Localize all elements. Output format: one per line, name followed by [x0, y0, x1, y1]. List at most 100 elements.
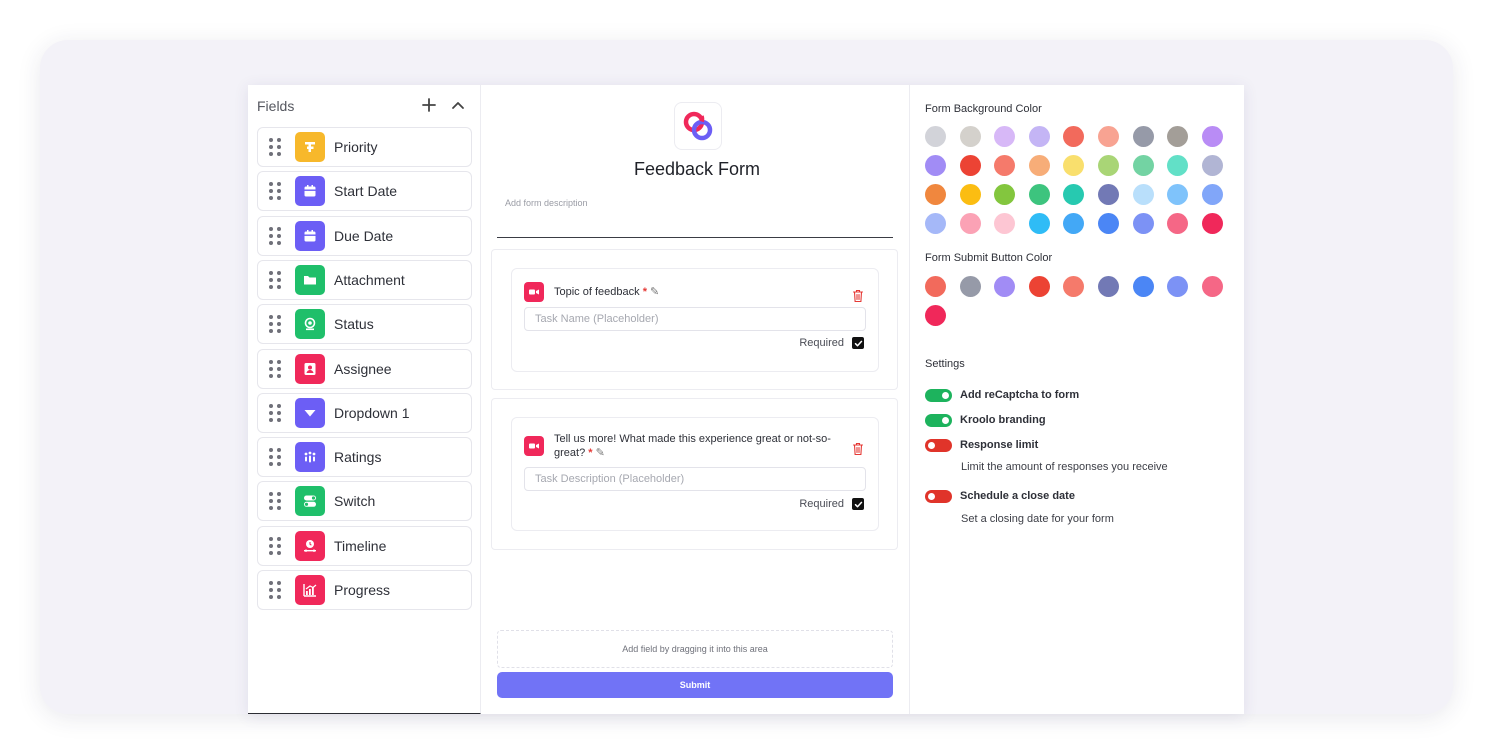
bg-color-swatch[interactable] [1132, 126, 1154, 147]
form-description-input[interactable]: Add form description [505, 198, 588, 208]
drag-handle-icon[interactable] [269, 315, 281, 334]
required-asterisk: * [642, 286, 647, 298]
field-item-ratings[interactable]: Ratings [257, 437, 472, 478]
bg-color-swatch[interactable] [1201, 126, 1223, 147]
bg-color-swatch[interactable] [1063, 213, 1085, 234]
close-date-toggle[interactable] [925, 490, 952, 503]
submit-color-swatch[interactable] [1201, 276, 1223, 297]
bg-color-swatch[interactable] [1028, 126, 1050, 147]
add-field-icon[interactable] [420, 97, 438, 115]
bg-color-swatch[interactable] [1028, 184, 1050, 205]
response-limit-toggle[interactable] [925, 439, 952, 452]
drag-handle-icon[interactable] [269, 182, 281, 201]
bg-color-swatch[interactable] [1132, 213, 1154, 234]
submit-color-swatch[interactable] [925, 276, 946, 297]
bg-color-swatch[interactable] [925, 213, 946, 234]
bg-color-swatch[interactable] [1098, 155, 1119, 176]
submit-color-swatch[interactable] [1132, 276, 1154, 297]
field-item-progress[interactable]: Progress [257, 570, 472, 610]
field-item-status[interactable]: Status [257, 304, 472, 345]
required-toggle[interactable]: Required [799, 498, 864, 510]
field-drop-zone[interactable]: Add field by dragging it into this area [497, 630, 893, 668]
delete-trash-icon[interactable] [852, 289, 864, 303]
submit-button[interactable]: Submit [497, 672, 893, 698]
bg-color-swatch[interactable] [925, 184, 946, 205]
user-icon [295, 353, 325, 384]
question-block: Topic of feedback * ✎ Task Name (Placeho… [491, 249, 898, 390]
bg-color-swatch[interactable] [1028, 213, 1050, 234]
bg-color-swatch[interactable] [959, 155, 981, 176]
bg-color-swatch[interactable] [1132, 155, 1154, 176]
bg-color-swatch[interactable] [1201, 213, 1223, 234]
field-item-attachment[interactable]: Attachment [257, 259, 472, 300]
submit-color-swatch[interactable] [1028, 276, 1050, 297]
delete-trash-icon[interactable] [852, 442, 864, 456]
branding-toggle[interactable] [925, 414, 952, 427]
field-label: Attachment [334, 271, 405, 288]
drag-handle-icon[interactable] [269, 581, 281, 599]
bg-color-swatch[interactable] [959, 126, 981, 147]
field-item-due-date[interactable]: Due Date [257, 215, 472, 256]
bg-color-swatch[interactable] [994, 184, 1016, 205]
drag-handle-icon[interactable] [269, 226, 281, 245]
field-item-assignee[interactable]: Assignee [257, 348, 472, 389]
edit-pencil-icon[interactable]: ✎ [650, 286, 659, 298]
bg-color-swatch[interactable] [1167, 155, 1189, 176]
bg-color-swatch[interactable] [994, 213, 1016, 234]
bg-color-swatch[interactable] [1028, 155, 1050, 176]
bg-color-swatch[interactable] [1201, 155, 1223, 176]
field-item-switch[interactable]: Switch [257, 481, 472, 522]
bg-color-swatch[interactable] [994, 155, 1016, 176]
question-placeholder-input[interactable]: Task Description (Placeholder) [524, 467, 866, 491]
drag-handle-icon[interactable] [269, 492, 281, 511]
field-item-dropdown-1[interactable]: Dropdown 1 [257, 392, 472, 433]
bg-color-swatch[interactable] [1167, 213, 1189, 234]
question-label[interactable]: Topic of feedback * ✎ [554, 285, 659, 299]
bg-color-swatch[interactable] [1098, 213, 1119, 234]
bg-color-swatch[interactable] [1167, 126, 1189, 147]
bg-color-swatch[interactable] [1132, 184, 1154, 205]
field-item-priority[interactable]: Priority [257, 127, 472, 167]
drag-handle-icon[interactable] [269, 270, 281, 289]
bg-color-swatch[interactable] [925, 126, 946, 147]
question-placeholder-input[interactable]: Task Name (Placeholder) [524, 307, 866, 331]
recaptcha-toggle[interactable] [925, 389, 952, 402]
collapse-chevron-icon[interactable] [449, 97, 467, 115]
bg-color-swatch[interactable] [1167, 184, 1189, 205]
bg-color-swatch[interactable] [1063, 155, 1085, 176]
field-label: Switch [334, 493, 376, 510]
form-title[interactable]: Feedback Form [481, 159, 913, 180]
bg-color-swatch[interactable] [959, 184, 981, 205]
bg-color-swatch[interactable] [1098, 184, 1119, 205]
bg-color-swatch[interactable] [1063, 184, 1085, 205]
submit-color-swatch[interactable] [1098, 276, 1119, 297]
submit-color-swatch[interactable] [1167, 276, 1189, 297]
question-card[interactable]: Tell us more! What made this experience … [511, 417, 879, 531]
submit-color-swatch[interactable] [925, 305, 946, 326]
field-label: Timeline [334, 537, 387, 554]
drag-handle-icon[interactable] [269, 138, 281, 156]
bg-color-swatch[interactable] [1063, 126, 1085, 147]
bg-color-swatch[interactable] [1201, 184, 1223, 205]
drag-handle-icon[interactable] [269, 403, 281, 422]
question-card[interactable]: Topic of feedback * ✎ Task Name (Placeho… [511, 268, 879, 372]
form-logo[interactable] [674, 102, 722, 150]
required-checkbox[interactable] [852, 498, 864, 510]
drag-handle-icon[interactable] [269, 359, 281, 378]
required-checkbox[interactable] [852, 337, 864, 349]
question-label[interactable]: Tell us more! What made this experience … [554, 432, 844, 460]
drag-handle-icon[interactable] [269, 536, 281, 555]
bg-color-swatch[interactable] [1098, 126, 1119, 147]
field-item-start-date[interactable]: Start Date [257, 171, 472, 212]
submit-color-swatch[interactable] [1063, 276, 1085, 297]
drag-handle-icon[interactable] [269, 448, 281, 467]
submit-color-swatch[interactable] [959, 276, 981, 297]
submit-color-swatch[interactable] [994, 276, 1016, 297]
dropdown-icon [295, 397, 325, 428]
bg-color-swatch[interactable] [959, 213, 981, 234]
bg-color-swatch[interactable] [925, 155, 946, 176]
field-item-timeline[interactable]: Timeline [257, 525, 472, 566]
bg-color-swatch[interactable] [994, 126, 1016, 147]
required-toggle[interactable]: Required [799, 337, 864, 349]
edit-pencil-icon[interactable]: ✎ [596, 447, 605, 459]
